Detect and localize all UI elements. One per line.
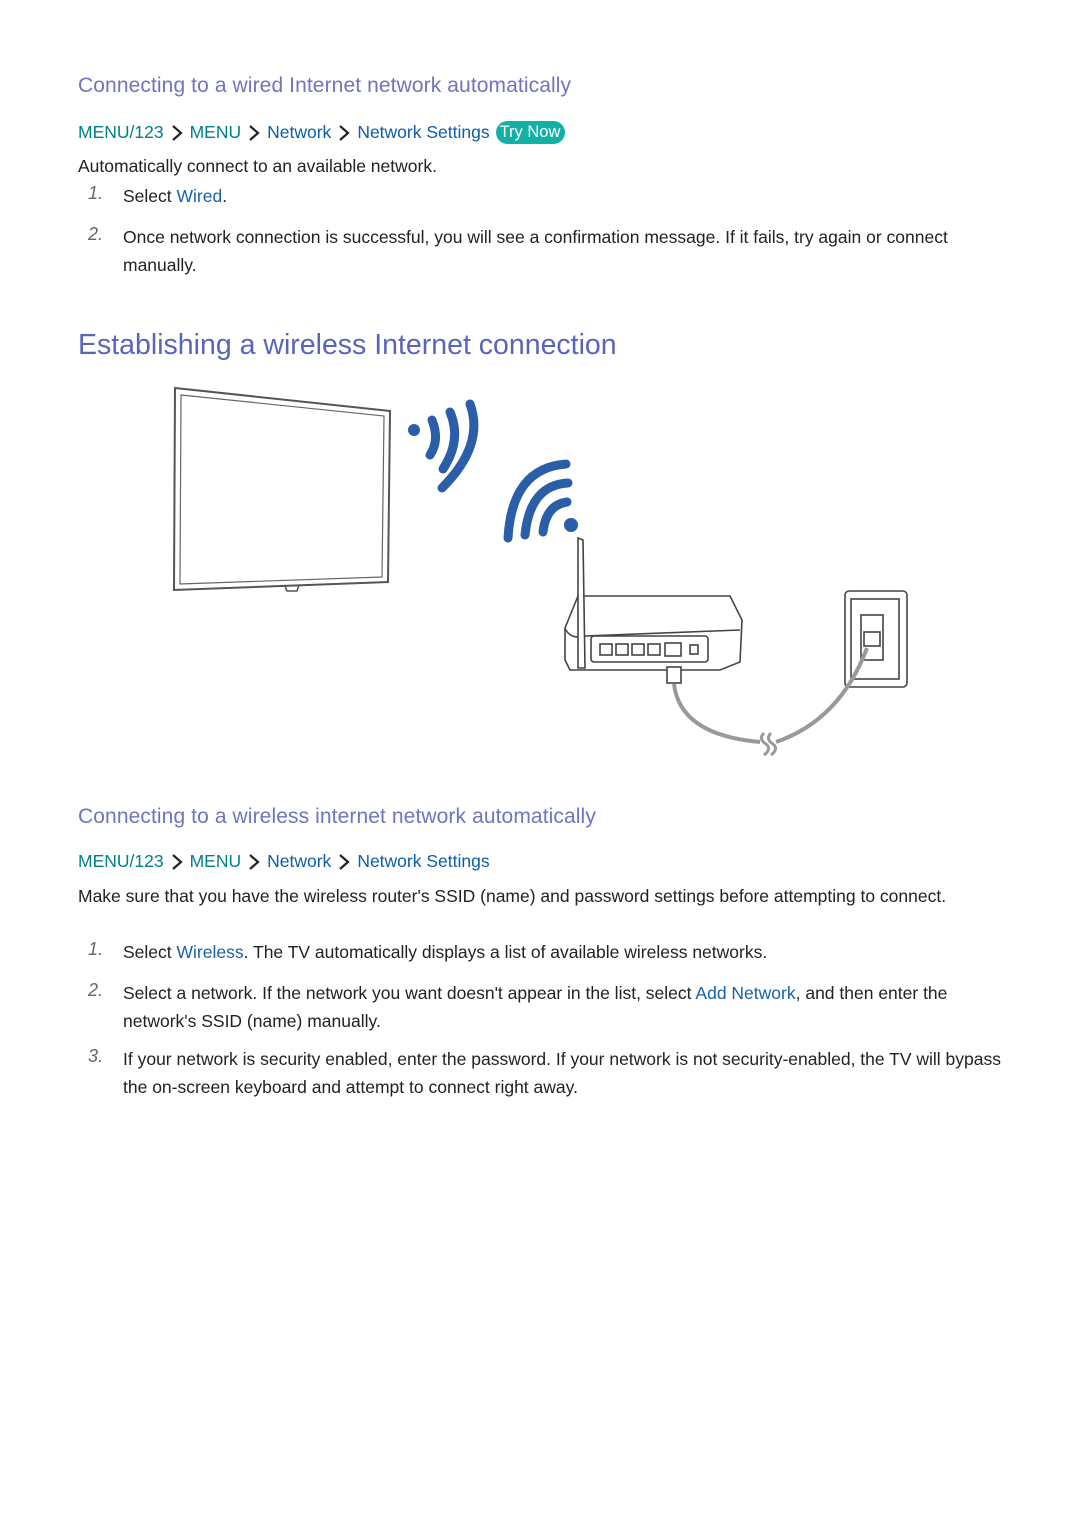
wireless-step-2: Select a network. If the network you wan…	[123, 979, 1013, 1035]
step-text: If your network is security enabled, ent…	[123, 1049, 1002, 1097]
keyword-wireless: Wireless	[176, 942, 244, 962]
step-text: . The TV automatically displays a list o…	[243, 942, 768, 962]
step-number: 1.	[88, 183, 104, 203]
breadcrumb-item-network[interactable]: Network	[267, 122, 331, 143]
wired-breadcrumb: MENU/123 MENU Network Network Settings T…	[78, 121, 566, 144]
breadcrumb-item-menu123[interactable]: MENU/123	[78, 122, 164, 143]
router-icon	[564, 536, 743, 684]
step-text: .	[222, 186, 228, 206]
tv-icon	[172, 386, 392, 592]
step-number: 2.	[88, 224, 104, 244]
breadcrumb-item-network[interactable]: Network	[267, 851, 331, 872]
chevron-right-icon	[247, 853, 261, 871]
breadcrumb-item-menu[interactable]: MENU	[190, 122, 242, 143]
wifi-signal-icon	[408, 399, 479, 493]
chevron-right-icon	[170, 124, 184, 142]
breadcrumb-item-menu123[interactable]: MENU/123	[78, 851, 164, 872]
step-text: Select a network. If the network you wan…	[123, 983, 696, 1003]
chevron-right-icon	[337, 853, 351, 871]
wired-intro: Automatically connect to an available ne…	[78, 156, 437, 176]
network-illustration	[172, 386, 908, 757]
breadcrumb-item-menu[interactable]: MENU	[190, 851, 242, 872]
keyword-add-network: Add Network	[695, 983, 796, 1003]
wired-step-2: Once network connection is successful, y…	[123, 223, 1013, 279]
chevron-right-icon	[170, 853, 184, 871]
step-number: 1.	[88, 939, 104, 959]
chevron-right-icon	[247, 124, 261, 142]
breadcrumb-item-network-settings[interactable]: Network Settings	[357, 122, 489, 143]
step-text: Select	[123, 942, 177, 962]
wireless-intro: Make sure that you have the wireless rou…	[78, 886, 947, 906]
wifi-signal-icon	[503, 459, 578, 543]
page-section-title: Establishing a wireless Internet connect…	[78, 329, 617, 361]
wired-section-heading: Connecting to a wired Internet network a…	[78, 74, 572, 97]
step-number: 3.	[88, 1046, 104, 1066]
try-now-button[interactable]: Try Now	[495, 121, 566, 144]
step-text: Select	[123, 186, 177, 206]
chevron-right-icon	[337, 124, 351, 142]
wireless-section-heading: Connecting to a wireless internet networ…	[78, 805, 596, 828]
wireless-breadcrumb: MENU/123 MENU Network Network Settings	[78, 851, 490, 872]
step-number: 2.	[88, 980, 104, 1000]
wired-step-1: Select Wired.	[123, 182, 1013, 210]
keyword-wired: Wired	[176, 186, 223, 206]
step-text: Once network connection is successful, y…	[123, 227, 948, 275]
breadcrumb-item-network-settings[interactable]: Network Settings	[357, 851, 489, 872]
wireless-step-1: Select Wireless. The TV automatically di…	[123, 938, 1013, 966]
wireless-step-3: If your network is security enabled, ent…	[123, 1045, 1013, 1101]
